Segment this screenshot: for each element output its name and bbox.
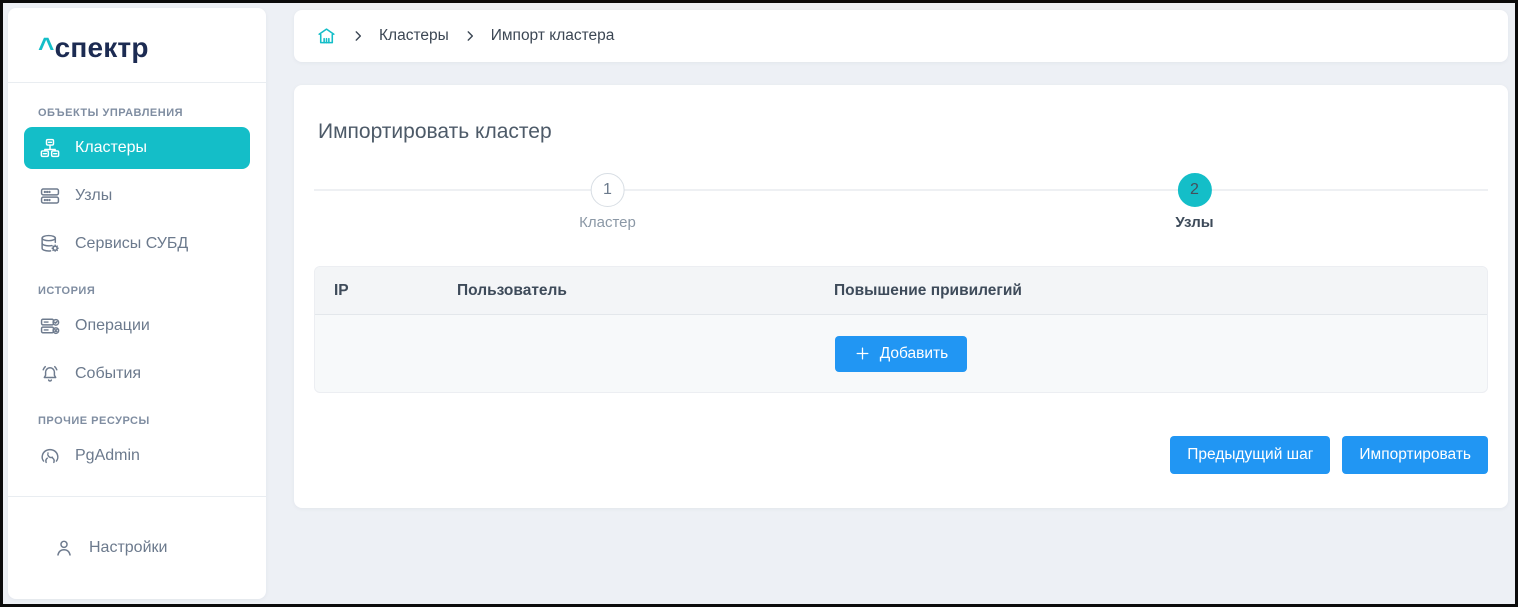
wizard-footer: Предыдущий шаг Импортировать	[314, 436, 1488, 474]
add-node-button[interactable]: Добавить	[835, 336, 968, 372]
column-header-ip: IP	[334, 282, 457, 300]
step-cluster[interactable]: 1 Кластер	[579, 173, 636, 231]
main-area: Кластеры Импорт кластера Импортировать к…	[266, 3, 1515, 604]
sidebar-item-label: Кластеры	[75, 139, 147, 157]
add-node-button-label: Добавить	[880, 345, 949, 363]
sidebar-item-label: Операции	[75, 317, 150, 335]
breadcrumb-item-import-cluster: Импорт кластера	[491, 27, 615, 45]
chevron-right-icon	[351, 29, 365, 43]
operations-icon	[38, 314, 62, 338]
page-title: Импортировать кластер	[318, 120, 1488, 144]
sidebar-item-nodes[interactable]: Узлы	[24, 175, 250, 217]
breadcrumb: Кластеры Импорт кластера	[294, 10, 1508, 62]
column-header-user: Пользователь	[457, 282, 834, 300]
plus-icon	[854, 345, 871, 362]
app-window: ^спектр ОБЪЕКТЫ УПРАВЛЕНИЯ Кластеры	[0, 0, 1518, 607]
sidebar-item-pgadmin[interactable]: PgAdmin	[24, 435, 250, 477]
sidebar-item-events[interactable]: События	[24, 353, 250, 395]
stepper-line	[314, 189, 1488, 191]
user-icon	[52, 536, 76, 560]
step-circle: 1	[591, 173, 625, 207]
chevron-right-icon	[463, 29, 477, 43]
previous-step-button[interactable]: Предыдущий шаг	[1170, 436, 1330, 474]
section-label-objects: ОБЪЕКТЫ УПРАВЛЕНИЯ	[38, 107, 266, 119]
nodes-table-empty-row: Добавить	[315, 315, 1487, 392]
logo-caret: ^	[38, 32, 55, 63]
sidebar-item-db-services[interactable]: Сервисы СУБД	[24, 223, 250, 265]
section-label-history: ИСТОРИЯ	[38, 285, 266, 297]
step-label: Кластер	[579, 214, 636, 231]
sidebar: ^спектр ОБЪЕКТЫ УПРАВЛЕНИЯ Кластеры	[8, 8, 266, 599]
nodes-table-header: IP Пользователь Повышение привилегий	[315, 267, 1487, 315]
step-label: Узлы	[1175, 214, 1213, 231]
import-cluster-card: Импортировать кластер 1 Кластер 2 Узлы I…	[294, 85, 1508, 508]
step-nodes[interactable]: 2 Узлы	[1175, 173, 1213, 231]
app-logo: ^спектр	[8, 8, 266, 82]
events-bell-icon	[38, 362, 62, 386]
cluster-icon	[38, 136, 62, 160]
db-services-icon	[38, 232, 62, 256]
sidebar-nav: ОБЪЕКТЫ УПРАВЛЕНИЯ Кластеры	[8, 83, 266, 496]
import-button[interactable]: Импортировать	[1342, 436, 1488, 474]
home-icon[interactable]	[316, 26, 337, 47]
section-label-other-resources: ПРОЧИЕ РЕСУРСЫ	[38, 415, 266, 427]
sidebar-item-clusters[interactable]: Кластеры	[24, 127, 250, 169]
sidebar-item-settings[interactable]: Настройки	[38, 527, 250, 569]
sidebar-item-operations[interactable]: Операции	[24, 305, 250, 347]
sidebar-item-label: Настройки	[89, 539, 167, 557]
pgadmin-elephant-icon	[38, 444, 62, 468]
sidebar-item-label: Узлы	[75, 187, 112, 205]
nodes-table: IP Пользователь Повышение привилегий Доб…	[314, 266, 1488, 393]
nodes-icon	[38, 184, 62, 208]
sidebar-footer: Настройки	[8, 497, 266, 599]
sidebar-item-label: Сервисы СУБД	[75, 235, 188, 253]
wizard-stepper: 1 Кластер 2 Узлы	[314, 173, 1488, 237]
logo-text: спектр	[55, 32, 149, 63]
sidebar-item-label: События	[75, 365, 141, 383]
column-header-privilege-escalation: Повышение привилегий	[834, 282, 1487, 300]
breadcrumb-item-clusters[interactable]: Кластеры	[379, 27, 449, 45]
step-circle: 2	[1178, 173, 1212, 207]
sidebar-item-label: PgAdmin	[75, 447, 140, 465]
